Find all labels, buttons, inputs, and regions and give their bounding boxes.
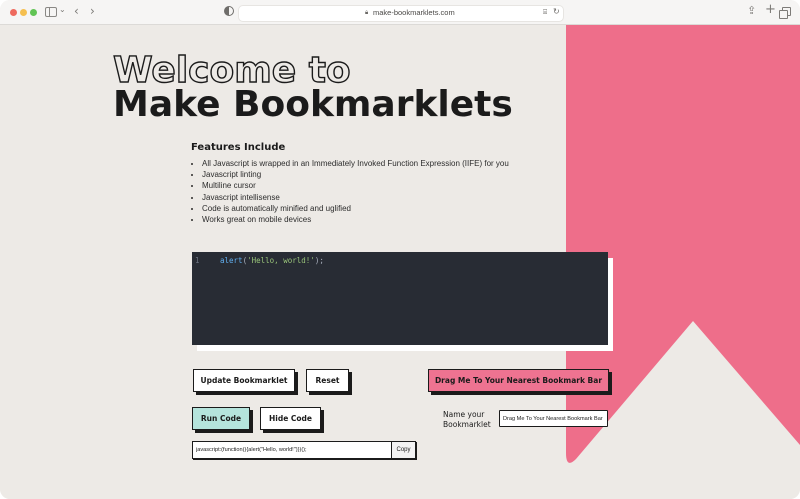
address-bar[interactable]: 🔒︎ make-bookmarklets.com ⌸ ↻ [238,5,564,22]
back-arrow-icon[interactable]: ‹ [74,5,79,17]
minimize-window-button[interactable] [20,9,27,16]
code-function: alert [220,256,243,265]
reset-button[interactable]: Reset [306,369,349,392]
browser-window: ⌄ ‹ › 🔒︎ make-bookmarklets.com ⌸ ↻ ⇪ + W… [0,0,800,499]
feature-item: Javascript linting [202,169,509,180]
bookmarklet-name-input[interactable] [499,410,608,427]
browser-toolbar: ⌄ ‹ › 🔒︎ make-bookmarklets.com ⌸ ↻ ⇪ + [0,0,800,25]
hero-title: Make Bookmarklets [113,84,513,125]
feature-item: Multiline cursor [202,180,509,191]
output-group: Copy [192,441,416,459]
forward-arrow-icon[interactable]: › [90,5,95,17]
code-paren-close: ); [314,256,324,265]
code-line[interactable]: alert('Hello, world!'); [220,256,324,265]
feature-item: Works great on mobile devices [202,214,509,225]
share-icon[interactable]: ⇪ [747,5,756,16]
lock-icon: 🔒︎ [365,9,369,16]
reload-icon[interactable]: ↻ [553,7,560,16]
bookmarklet-drag-link[interactable]: Drag Me To Your Nearest Bookmark Bar [428,369,609,392]
feature-item: Javascript intellisense [202,192,509,203]
code-string: 'Hello, world!' [247,256,315,265]
page-content: Welcome to Make Bookmarklets Features In… [0,25,800,499]
feature-item: All Javascript is wrapped in an Immediat… [202,158,509,169]
sidebar-icon[interactable] [45,7,57,17]
feature-item: Code is automatically minified and uglif… [202,203,509,214]
chevron-down-icon[interactable]: ⌄ [59,6,66,14]
close-window-button[interactable] [10,9,17,16]
new-tab-icon[interactable]: + [765,3,776,16]
bookmarklet-output-field[interactable] [193,442,391,458]
line-number: 1 [195,256,200,265]
tab-overview-icon[interactable] [779,7,791,19]
bookmarklet-name-label: Name your Bookmarklet [443,410,491,429]
run-code-button[interactable]: Run Code [192,407,250,430]
update-bookmarklet-button[interactable]: Update Bookmarklet [193,369,295,392]
features-heading: Features Include [191,142,286,153]
zoom-window-button[interactable] [30,9,37,16]
url-text[interactable]: make-bookmarklets.com [373,8,455,17]
translate-icon[interactable]: ⌸ [543,8,547,17]
features-list: All Javascript is wrapped in an Immediat… [190,158,509,225]
code-editor[interactable]: 1 alert('Hello, world!'); [192,252,608,345]
shield-icon[interactable] [224,6,234,16]
hide-code-button[interactable]: Hide Code [260,407,321,430]
copy-button[interactable]: Copy [391,442,415,458]
